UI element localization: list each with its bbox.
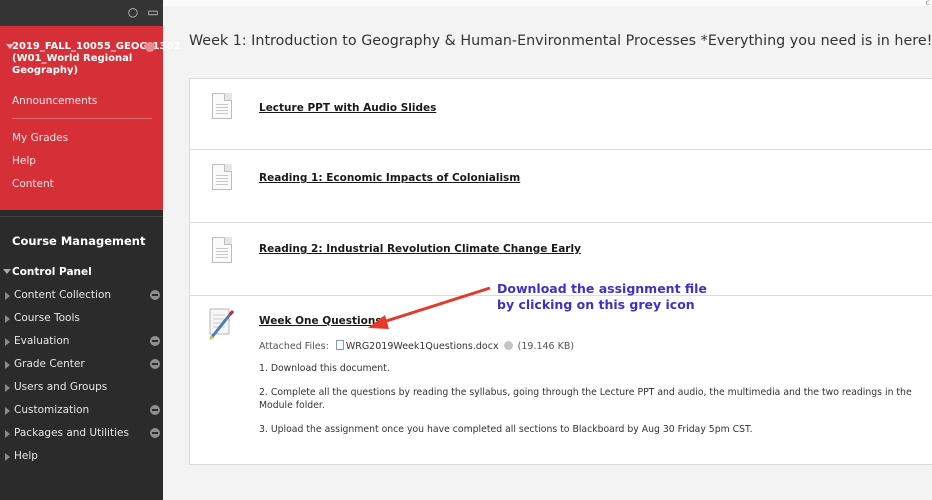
file-icon: [335, 340, 344, 350]
sidebar-item-help[interactable]: Help: [12, 155, 36, 167]
control-item-evaluation[interactable]: Evaluation: [0, 331, 163, 354]
control-item-users-and-groups[interactable]: Users and Groups: [0, 377, 163, 400]
annotation-callout: Download the assignment file by clicking…: [497, 281, 757, 313]
callout-line-1: Download the assignment file: [497, 281, 707, 296]
assignment-item: Week One Questions Attached Files: WRG20…: [189, 295, 932, 465]
control-item-packages-and-utilities[interactable]: Packages and Utilities: [0, 423, 163, 446]
corner-mark: c: [925, 0, 930, 7]
item-link-reading-1[interactable]: Reading 1: Economic Impacts of Coloniali…: [259, 172, 520, 184]
assignment-icon: [209, 308, 235, 340]
attachment-file-link[interactable]: WRG2019Week1Questions.docx: [346, 341, 499, 352]
expand-arrow-icon[interactable]: [5, 384, 10, 392]
control-panel-label[interactable]: Control Panel: [12, 266, 92, 278]
attached-files-row: Attached Files: WRG2019Week1Questions.do…: [259, 340, 574, 352]
expand-arrow-icon[interactable]: [5, 407, 10, 415]
course-options-icon[interactable]: [145, 42, 155, 52]
expand-arrow-icon[interactable]: [5, 315, 10, 323]
instruction-step: 2. Complete all the questions by reading…: [259, 387, 912, 411]
expand-arrow-icon[interactable]: [5, 453, 10, 461]
folder-icon[interactable]: ▭: [146, 5, 160, 19]
item-link-reading-2[interactable]: Reading 2: Industrial Revolution Climate…: [259, 243, 581, 255]
control-item-customization[interactable]: Customization: [0, 400, 163, 423]
control-item-course-tools[interactable]: Course Tools: [0, 308, 163, 331]
control-item-label: Course Tools: [14, 312, 80, 324]
control-item-label: Help: [14, 450, 38, 462]
control-item-label: Customization: [14, 404, 90, 416]
document-icon: [212, 164, 232, 190]
item-options-icon[interactable]: [150, 336, 160, 346]
course-management-heading: Course Management: [12, 234, 146, 248]
callout-line-2: by clicking on this grey icon: [497, 297, 695, 312]
expand-arrow-icon[interactable]: [5, 292, 10, 300]
document-icon: [212, 237, 232, 263]
content-item: Lecture PPT with Audio Slides: [189, 78, 932, 150]
content-item: Reading 1: Economic Impacts of Coloniali…: [189, 149, 932, 223]
control-item-label: Grade Center: [14, 358, 85, 370]
course-menu: 2019_FALL_10055_GEOG_1302 (W01_World Reg…: [0, 26, 180, 210]
expand-triangle-icon[interactable]: [3, 269, 11, 274]
sidebar-toolbar: ○ ▭: [0, 0, 163, 26]
item-options-icon[interactable]: [150, 359, 160, 369]
control-item-help[interactable]: Help: [0, 446, 163, 469]
control-item-grade-center[interactable]: Grade Center: [0, 354, 163, 377]
control-item-content-collection[interactable]: Content Collection: [0, 285, 163, 308]
sidebar-item-content[interactable]: Content: [12, 178, 54, 190]
sidebar-item-announcements[interactable]: Announcements: [12, 95, 97, 107]
item-link-lecture-ppt[interactable]: Lecture PPT with Audio Slides: [259, 102, 436, 114]
item-options-icon[interactable]: [150, 290, 160, 300]
annotation-arrow-icon: [368, 286, 491, 329]
document-icon: [212, 93, 232, 119]
sidebar-item-my-grades[interactable]: My Grades: [12, 132, 68, 144]
file-size: (19.146 KB): [517, 341, 575, 352]
file-options-icon[interactable]: [503, 341, 513, 350]
course-sidebar: ○ ▭ 2019_FALL_10055_GEOG_1302 (W01_World…: [0, 0, 180, 500]
course-title[interactable]: 2019_FALL_10055_GEOG_1302 (W01_World Reg…: [12, 41, 180, 77]
sidebar-divider: [0, 216, 163, 217]
control-item-label: Content Collection: [14, 289, 112, 301]
expand-arrow-icon[interactable]: [5, 361, 10, 369]
control-item-label: Evaluation: [14, 335, 70, 347]
control-item-label: Packages and Utilities: [14, 427, 129, 439]
expand-arrow-icon[interactable]: [5, 338, 10, 346]
instruction-step: 1. Download this document.: [259, 363, 390, 374]
item-options-icon[interactable]: [150, 428, 160, 438]
attached-files-label: Attached Files:: [259, 341, 329, 352]
page-title: Week 1: Introduction to Geography & Huma…: [189, 33, 932, 49]
expand-arrow-icon[interactable]: [5, 430, 10, 438]
control-item-label: Users and Groups: [14, 381, 108, 393]
sidebar-divider: [12, 118, 152, 119]
instruction-step: 3. Upload the assignment once you have c…: [259, 424, 753, 435]
refresh-icon[interactable]: ○: [126, 5, 140, 19]
top-bar: c: [163, 0, 932, 7]
item-options-icon[interactable]: [150, 405, 160, 415]
